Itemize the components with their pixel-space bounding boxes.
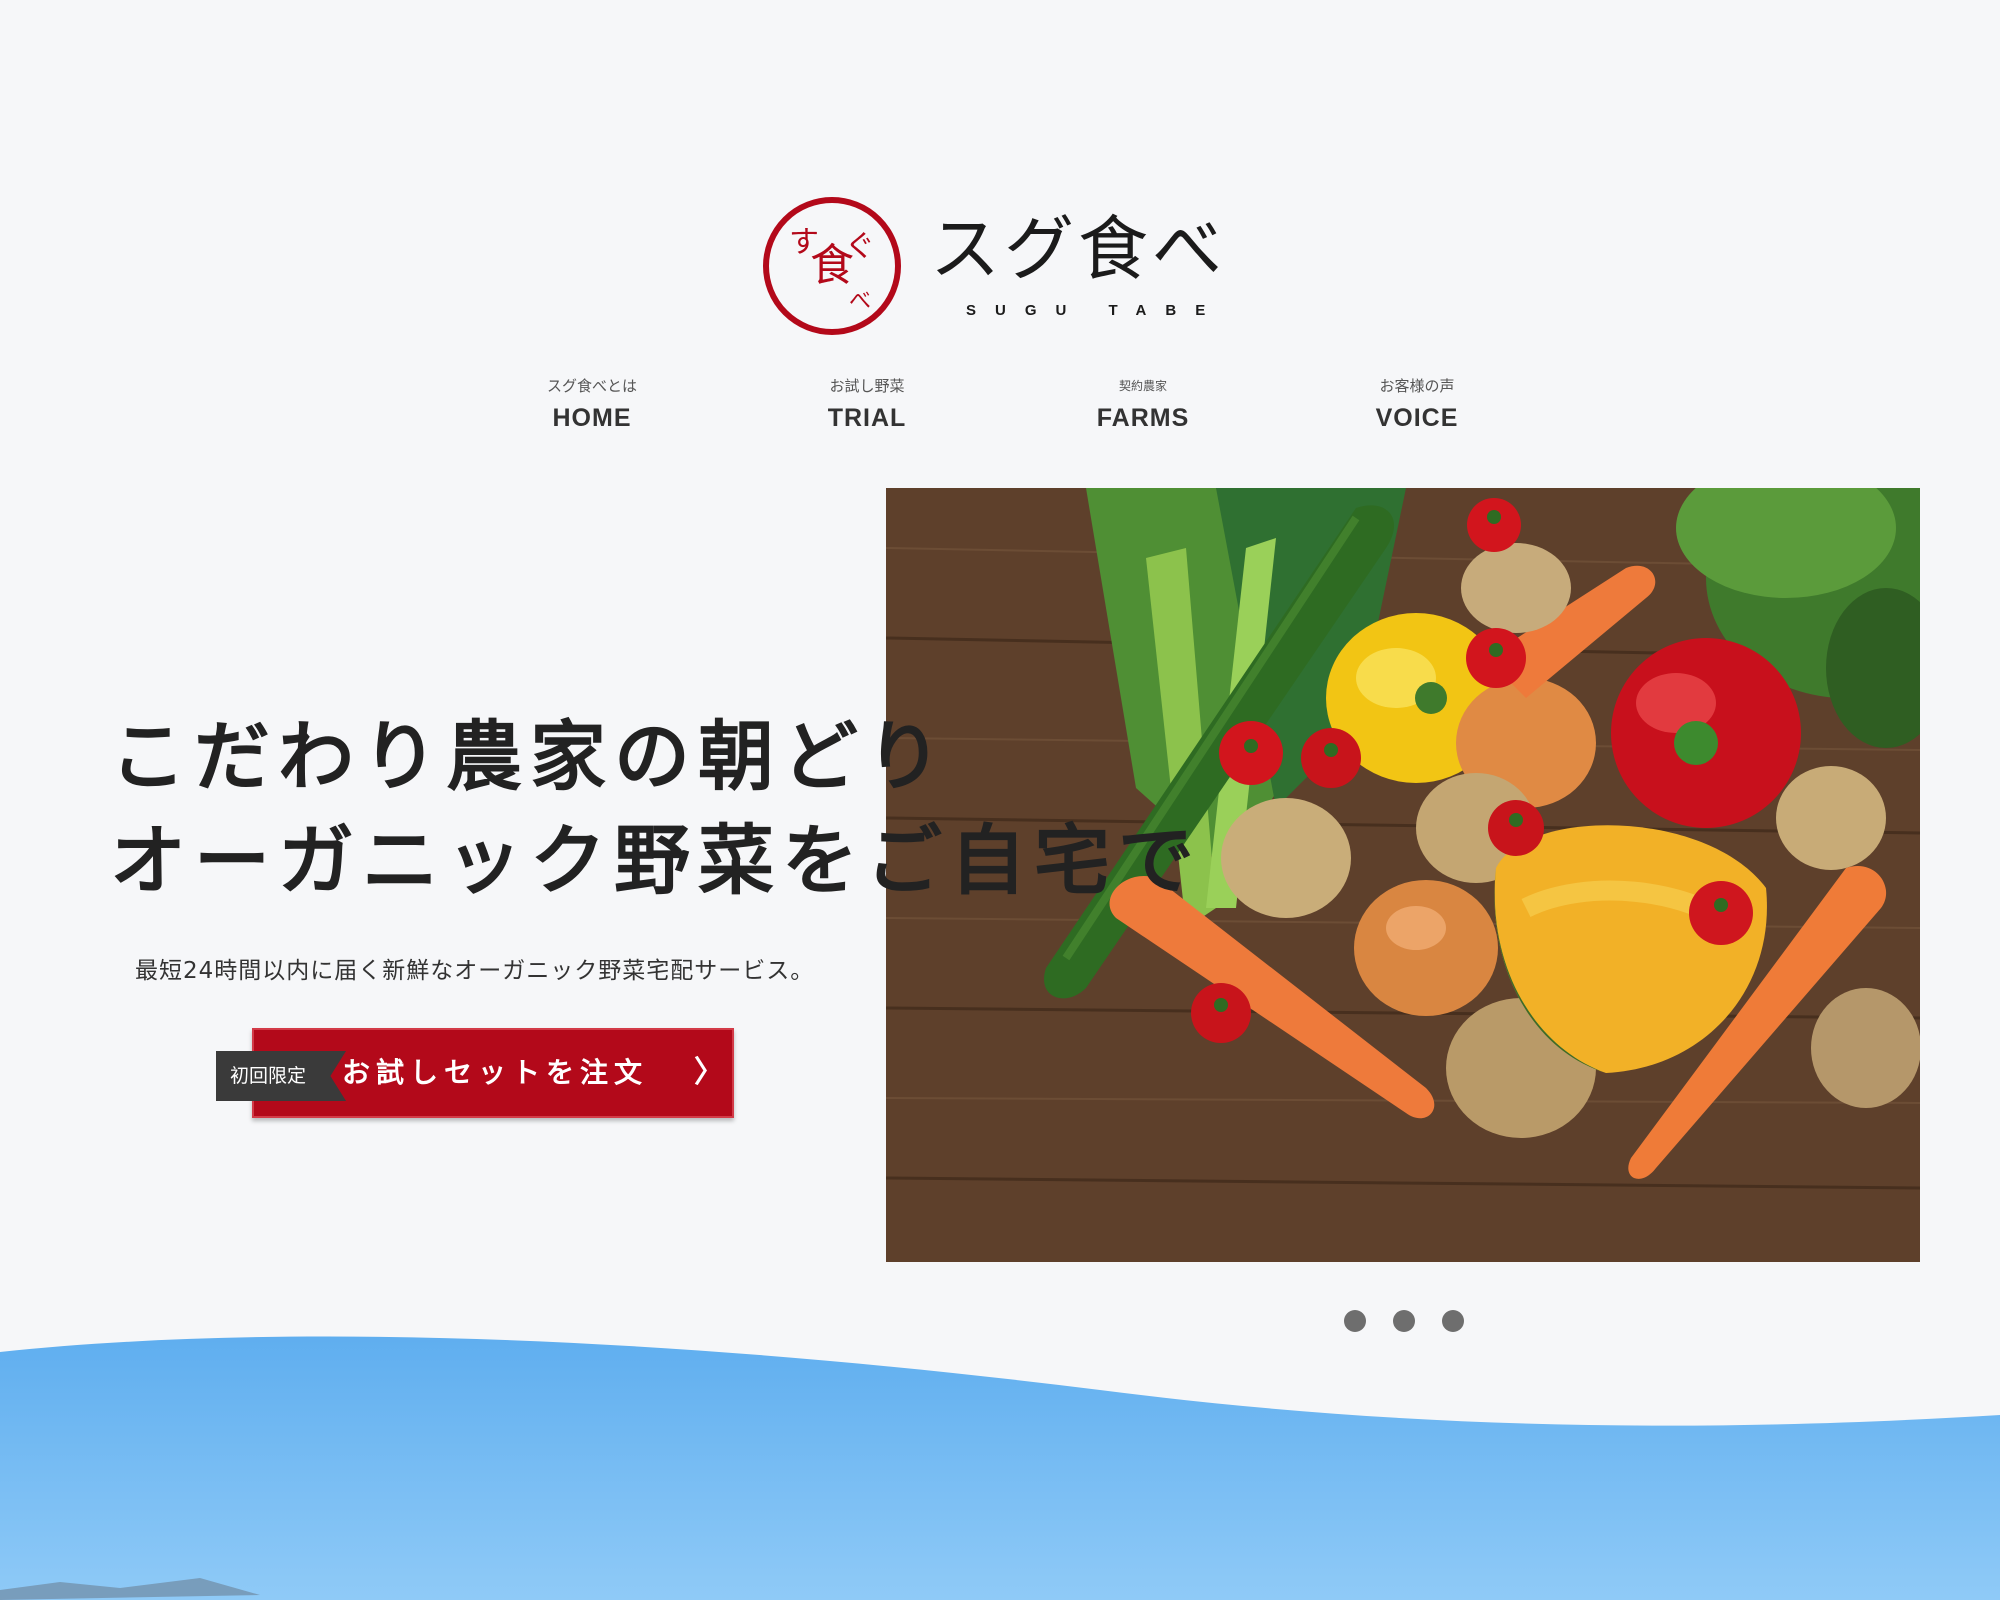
svg-text:べ: べ — [849, 289, 871, 314]
cta-label: お試しセットを注文 — [342, 1056, 649, 1089]
nav-item-sub: 契約農家 — [1118, 379, 1167, 393]
nav-item-farms[interactable]: 契約農家 FARMS — [1043, 376, 1243, 433]
brand-name: スグ食べ — [930, 208, 1226, 290]
nav-item-sub: お試し野菜 — [829, 377, 905, 395]
trial-order-cta[interactable]: お試しセットを注文 〉 初回限定 — [216, 1028, 736, 1122]
hero-headline: こだわり農家の朝どり オーガニック野菜をご自宅で — [110, 705, 1202, 913]
chevron-right-icon: 〉 — [694, 1055, 724, 1090]
nav-item-label: VOICE — [1375, 404, 1459, 432]
nav-item-trial[interactable]: お試し野菜 TRIAL — [767, 376, 967, 433]
nav-item-label: FARMS — [1096, 404, 1190, 432]
svg-text:ぐ: ぐ — [845, 229, 875, 264]
badge-text: 初回限定 — [230, 1065, 307, 1087]
svg-text:す: す — [789, 225, 819, 260]
first-time-only-badge: 初回限定 — [216, 1051, 346, 1101]
nav-item-label: HOME — [552, 404, 632, 432]
nav-item-sub: スグ食べとは — [546, 377, 637, 395]
nav-item-sub: お客様の声 — [1379, 377, 1455, 395]
sky-wave-background — [0, 1336, 2000, 1600]
hero-headline-line-1: こだわり農家の朝どり — [110, 711, 950, 801]
nav-item-label: TRIAL — [827, 404, 907, 432]
brand-romaji: SUGU TABE — [966, 302, 1225, 319]
logo-stamp-icon: 食 す ぐ べ — [763, 197, 901, 335]
hero-headline-line-2: オーガニック野菜をご自宅で — [110, 815, 1202, 905]
hero-tagline: 最短24時間以内に届く新鮮なオーガニック野菜宅配サービス。 — [135, 958, 815, 984]
nav-item-home[interactable]: スグ食べとは HOME — [492, 376, 692, 433]
site-logo[interactable]: 食 す ぐ べ スグ食べ SUGU TABE — [760, 194, 1240, 344]
nav-item-voice[interactable]: お客様の声 VOICE — [1317, 376, 1517, 433]
